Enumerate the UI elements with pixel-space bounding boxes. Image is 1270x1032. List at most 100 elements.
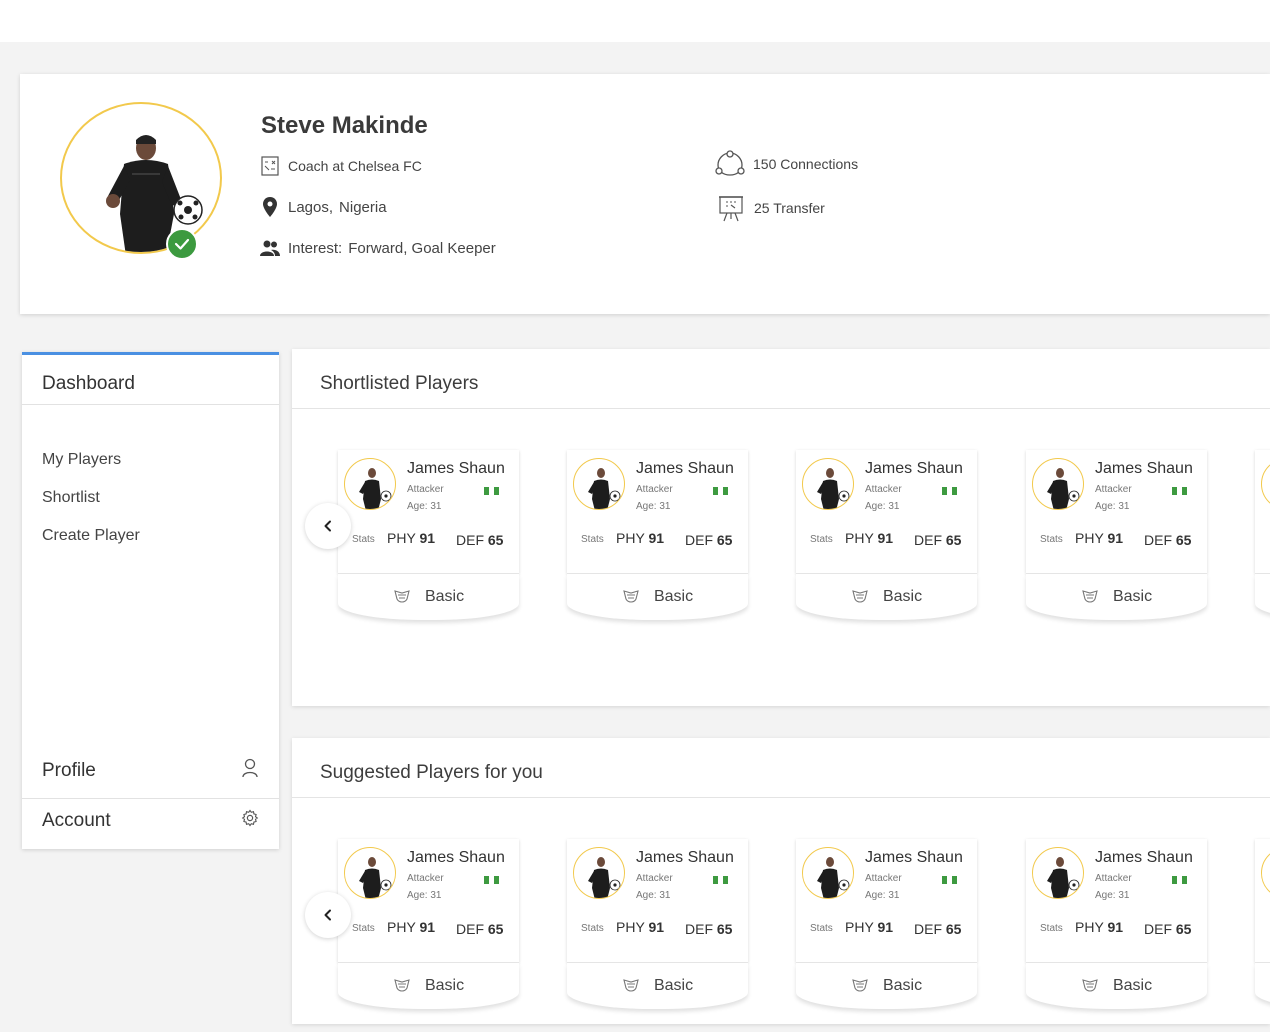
player-avatar <box>573 458 625 510</box>
player-card[interactable]: James Shaun Attacker Age: 31 Stats PHY 9… <box>1026 839 1207 1009</box>
player-avatar <box>1032 458 1084 510</box>
player-name: James Shaun <box>1095 849 1193 866</box>
tier-label: Basic <box>424 977 465 994</box>
nigeria-flag-icon <box>1172 487 1187 495</box>
player-age: Age: 31 <box>1095 890 1130 901</box>
player-card-body: James Shaun Attacker Age: 31 Stats PHY 9… <box>567 839 748 963</box>
player-card-partial[interactable] <box>1255 839 1270 1009</box>
sidebar-item-create-player[interactable]: Create Player <box>42 527 140 545</box>
suggested-prev-button[interactable] <box>305 892 351 938</box>
player-card-partial[interactable] <box>1255 450 1270 620</box>
badge-icon <box>1081 978 1099 994</box>
player-avatar <box>344 458 396 510</box>
sidebar-item-profile[interactable]: Profile <box>22 746 279 796</box>
badge-icon <box>393 978 411 994</box>
player-card[interactable]: James Shaun Attacker Age: 31 Stats PHY 9… <box>796 839 977 1009</box>
badge-icon <box>851 978 869 994</box>
player-name: James Shaun <box>407 849 505 866</box>
stat-phy: PHY 91 <box>616 919 665 935</box>
player-name: James Shaun <box>865 849 963 866</box>
player-card-body: James Shaun Attacker Age: 31 Stats PHY 9… <box>338 839 519 963</box>
badge-icon <box>1081 589 1099 605</box>
interest-value: Forward, Goal Keeper <box>348 239 496 257</box>
player-card[interactable]: James Shaun Attacker Age: 31 Stats PHY 9… <box>567 839 748 1009</box>
player-tier: Basic <box>338 574 519 620</box>
sidebar-item-shortlist[interactable]: Shortlist <box>42 489 100 507</box>
stats-label: Stats <box>352 923 375 934</box>
stat-def: DEF 65 <box>914 921 962 937</box>
shortlisted-panel: Shortlisted Players James Shaun Attacker… <box>292 349 1270 706</box>
player-age: Age: 31 <box>407 501 442 512</box>
chevron-left-icon <box>324 520 331 532</box>
profile-card: Steve Makinde Coach at Chelsea FC Lagos,… <box>20 74 1270 314</box>
player-tier: Basic <box>1026 574 1207 620</box>
player-position: Attacker <box>865 873 902 884</box>
player-card-body: James Shaun Attacker Age: 31 Stats PHY 9… <box>338 450 519 574</box>
player-avatar <box>1032 847 1084 899</box>
stats-label: Stats <box>1040 923 1063 934</box>
connections-text: 150 Connections <box>753 156 859 172</box>
player-position: Attacker <box>407 484 444 495</box>
shortlisted-title: Shortlisted Players <box>292 349 1270 409</box>
profile-location: Lagos, Nigeria <box>260 197 387 217</box>
player-tier <box>1255 574 1270 620</box>
player-avatar <box>802 458 854 510</box>
stats-label: Stats <box>581 923 604 934</box>
suggested-panel: Suggested Players for you James Shaun At… <box>292 738 1270 1024</box>
tactics-board-icon <box>260 156 280 176</box>
sidebar-item-account[interactable]: Account <box>22 796 279 846</box>
tier-label: Basic <box>653 977 694 994</box>
player-card[interactable]: James Shaun Attacker Age: 31 Stats PHY 9… <box>1026 450 1207 620</box>
player-name: James Shaun <box>865 460 963 477</box>
suggested-title: Suggested Players for you <box>292 738 1270 798</box>
stat-phy: PHY 91 <box>387 919 436 935</box>
sidebar-title[interactable]: Dashboard <box>22 355 279 405</box>
player-card-body <box>1255 839 1270 963</box>
profile-connections[interactable]: 150 Connections <box>715 150 858 178</box>
player-card[interactable]: James Shaun Attacker Age: 31 Stats PHY 9… <box>796 450 977 620</box>
account-label: Account <box>42 810 111 831</box>
player-position: Attacker <box>1095 873 1132 884</box>
profile-role: Coach at Chelsea FC <box>260 156 422 176</box>
player-tier: Basic <box>567 574 748 620</box>
transfers-text: 25 Transfer <box>754 200 825 216</box>
player-age: Age: 31 <box>636 501 671 512</box>
tier-label: Basic <box>653 588 694 605</box>
verified-badge <box>166 228 198 260</box>
player-card[interactable]: James Shaun Attacker Age: 31 Stats PHY 9… <box>338 450 519 620</box>
stat-phy: PHY 91 <box>616 530 665 546</box>
sidebar-item-my-players[interactable]: My Players <box>42 451 121 469</box>
profile-label: Profile <box>42 760 96 781</box>
sidebar: Dashboard My Players Shortlist Create Pl… <box>22 352 279 849</box>
player-avatar <box>802 847 854 899</box>
player-tier: Basic <box>796 574 977 620</box>
player-age: Age: 31 <box>865 890 900 901</box>
stats-label: Stats <box>581 534 604 545</box>
profile-transfers[interactable]: 25 Transfer <box>718 194 825 222</box>
player-card[interactable]: James Shaun Attacker Age: 31 Stats PHY 9… <box>338 839 519 1009</box>
player-tier: Basic <box>567 963 748 1009</box>
tier-label: Basic <box>882 588 923 605</box>
stat-def: DEF 65 <box>685 921 733 937</box>
player-age: Age: 31 <box>1095 501 1130 512</box>
player-position: Attacker <box>407 873 444 884</box>
player-card[interactable]: James Shaun Attacker Age: 31 Stats PHY 9… <box>567 450 748 620</box>
stat-phy: PHY 91 <box>845 530 894 546</box>
profile-name: Steve Makinde <box>261 112 428 139</box>
nigeria-flag-icon <box>484 876 499 884</box>
location-country: Nigeria <box>339 198 387 216</box>
player-tier: Basic <box>796 963 977 1009</box>
network-icon <box>715 150 745 178</box>
player-avatar <box>1261 458 1270 510</box>
profile-photo <box>60 102 222 254</box>
stats-label: Stats <box>810 534 833 545</box>
player-name: James Shaun <box>636 460 734 477</box>
presentation-board-icon <box>718 194 744 222</box>
badge-icon <box>622 589 640 605</box>
stats-label: Stats <box>352 534 375 545</box>
player-tier: Basic <box>338 963 519 1009</box>
badge-icon <box>851 589 869 605</box>
shortlisted-prev-button[interactable] <box>305 503 351 549</box>
badge-icon <box>393 589 411 605</box>
profile-avatar[interactable] <box>60 102 222 260</box>
